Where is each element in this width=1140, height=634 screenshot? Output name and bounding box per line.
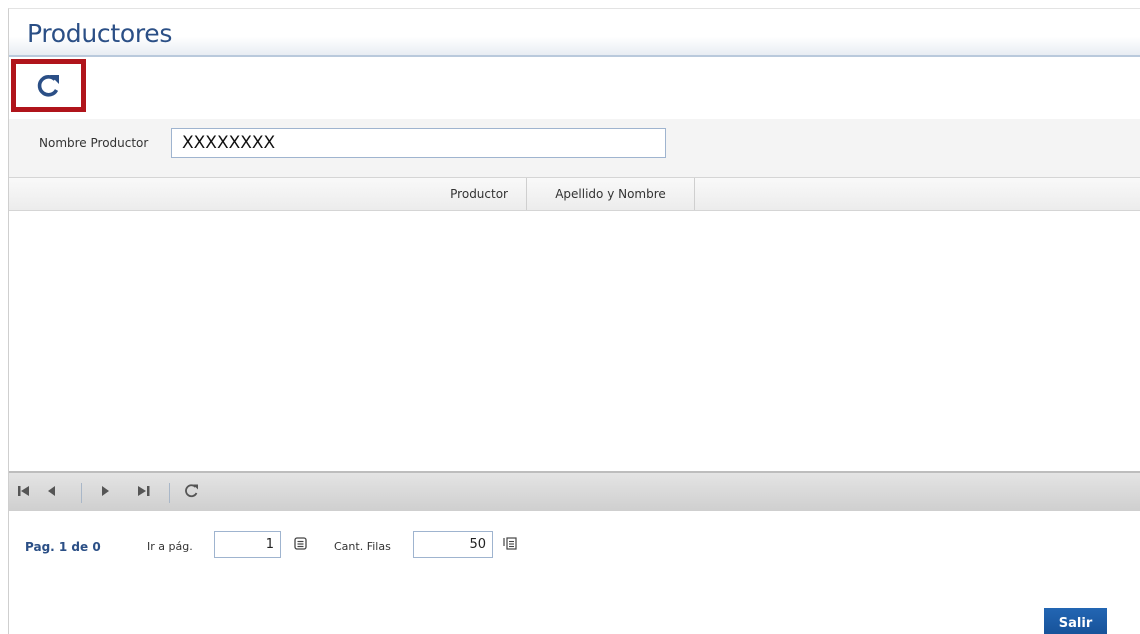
page-title: Productores <box>27 19 173 48</box>
next-page-button[interactable] <box>97 483 115 501</box>
title-bar: Productores <box>9 9 1140 57</box>
pager-toolbar <box>9 471 1140 511</box>
main-window: Productores Nombre Productor Productor A… <box>8 8 1140 634</box>
prev-page-button[interactable] <box>43 483 61 501</box>
goto-page-icon <box>294 537 307 553</box>
paging-info: Pag. 1 de 0 Ir a pág. Cant. Filas <box>9 527 1140 567</box>
pager-separator <box>81 483 82 503</box>
reload-icon <box>184 483 200 502</box>
rows-per-page-button[interactable] <box>503 537 517 553</box>
exit-button[interactable]: Salir <box>1044 608 1107 634</box>
last-page-button[interactable] <box>135 483 153 501</box>
page-info: Pag. 1 de 0 <box>25 540 101 554</box>
goto-page-button[interactable] <box>294 537 307 553</box>
pager-separator <box>169 483 170 503</box>
first-page-button[interactable] <box>15 483 33 501</box>
filter-bar: Nombre Productor <box>9 119 1140 177</box>
refresh-icon <box>35 73 63 99</box>
rows-per-page-icon <box>503 537 517 553</box>
reload-button[interactable] <box>183 483 201 501</box>
prev-page-icon <box>48 485 56 499</box>
nombre-productor-label: Nombre Productor <box>39 136 149 150</box>
goto-page-label: Ir a pág. <box>147 540 193 553</box>
rows-per-page-input[interactable] <box>413 531 493 558</box>
next-page-icon <box>102 485 110 499</box>
column-header-productor[interactable]: Productor <box>9 178 527 210</box>
grid-header: Productor Apellido y Nombre <box>9 177 1140 211</box>
first-page-icon <box>18 485 30 499</box>
last-page-icon <box>138 485 150 499</box>
goto-page-input[interactable] <box>214 531 281 558</box>
refresh-button[interactable] <box>11 59 86 112</box>
grid-body <box>9 211 1140 471</box>
rows-per-page-label: Cant. Filas <box>334 540 391 553</box>
column-header-apellido-nombre[interactable]: Apellido y Nombre <box>527 178 695 210</box>
nombre-productor-input[interactable] <box>171 128 666 158</box>
